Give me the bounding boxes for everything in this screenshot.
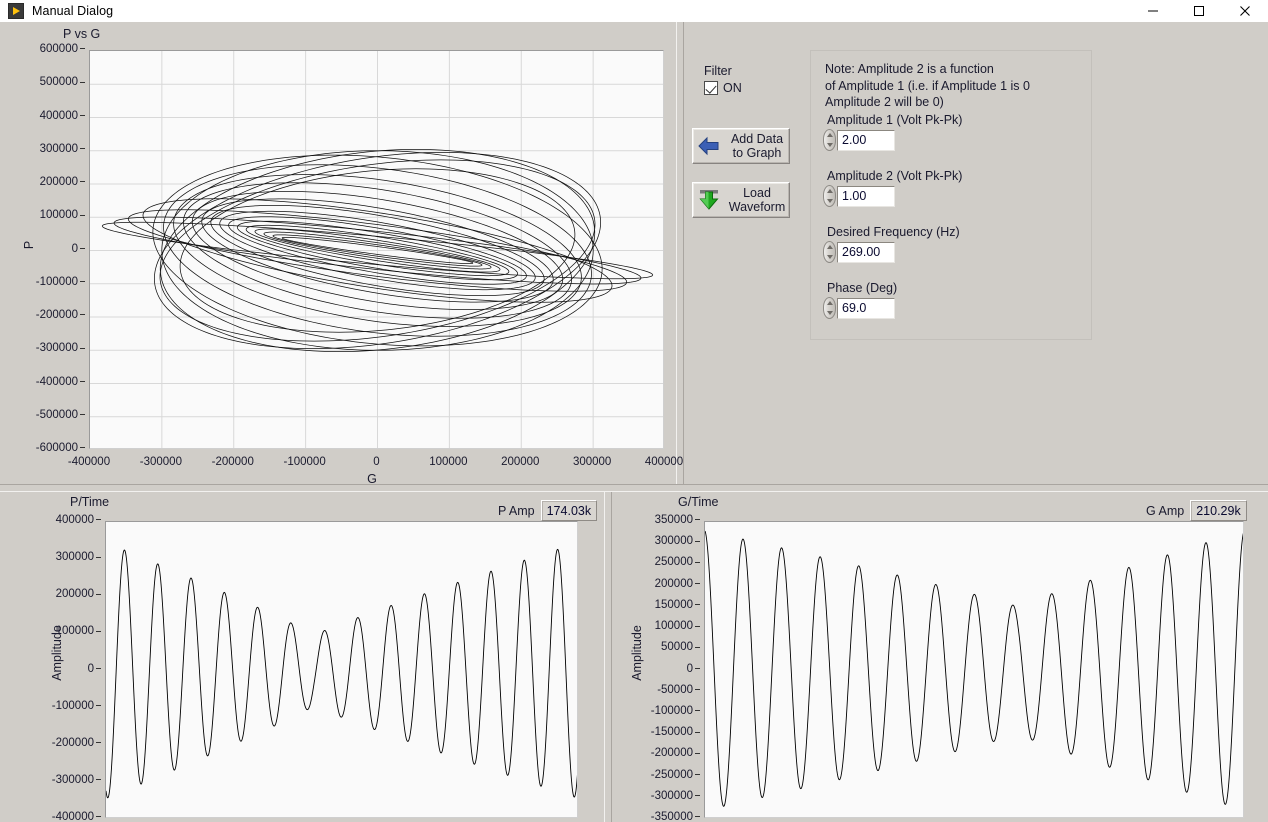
y-tick-label: -50000 — [0, 684, 700, 697]
g-amp-label: G Amp — [1146, 503, 1185, 518]
y-tick-label: 0 — [0, 663, 700, 676]
y-tick-label: -100000 — [0, 276, 85, 289]
x-tick-label: 300000 — [572, 456, 612, 468]
stepper-down-icon[interactable] — [826, 311, 833, 315]
y-tick-label: -300000 — [0, 790, 700, 803]
amplitude-2-input[interactable]: 1.00 — [837, 185, 895, 207]
y-tick-label: 150000 — [0, 599, 700, 612]
filter-state-label: ON — [723, 81, 742, 95]
filter-checkbox[interactable] — [704, 81, 718, 95]
stepper-up-icon[interactable] — [826, 189, 833, 193]
y-tick-label: 100000 — [0, 210, 85, 222]
minimize-button[interactable] — [1130, 0, 1176, 22]
amplitude-2-stepper[interactable] — [823, 185, 836, 207]
labview-run-arrow-icon — [8, 3, 24, 19]
g-amp-readout: G Amp 210.29k — [1146, 500, 1247, 521]
filter-label: Filter — [704, 64, 732, 78]
x-tick-label: -400000 — [67, 456, 111, 468]
horizontal-splitter[interactable] — [0, 484, 1268, 492]
desired-frequency-stepper[interactable] — [823, 241, 836, 263]
y-tick-label: 0 — [0, 243, 85, 256]
green-down-arrow-icon — [699, 190, 719, 210]
y-tick-label: -200000 — [0, 748, 700, 760]
y-tick-label: -150000 — [0, 726, 700, 739]
vertical-splitter[interactable] — [676, 22, 684, 484]
y-tick-label: -100000 — [0, 705, 700, 718]
p-time-graph-title: P/Time — [70, 495, 110, 509]
y-tick-label: 350000 — [0, 514, 700, 527]
g-time-plot-area[interactable] — [704, 521, 1244, 818]
stepper-down-icon[interactable] — [826, 199, 833, 203]
y-tick-label: -500000 — [0, 409, 85, 422]
control-column: Filter ON Add Data to Graph Load Wavefor… — [692, 44, 812, 344]
x-tick-label: 400000 — [644, 456, 684, 468]
y-tick-label: 300000 — [0, 143, 85, 156]
load-waveform-button[interactable]: Load Waveform — [692, 182, 790, 218]
filter-toggle[interactable]: ON — [704, 81, 742, 95]
maximize-button[interactable] — [1176, 0, 1222, 22]
stepper-up-icon[interactable] — [826, 301, 833, 305]
y-tick-label: 600000 — [0, 43, 85, 56]
phase-input[interactable]: 69.0 — [837, 297, 895, 319]
phase-stepper[interactable] — [823, 297, 836, 319]
y-tick-label: 100000 — [0, 620, 700, 633]
add-data-to-graph-button[interactable]: Add Data to Graph — [692, 128, 790, 164]
amplitude-2-field: Amplitude 2 (Volt Pk-Pk) 1.00 — [823, 169, 962, 207]
y-tick-label: 300000 — [0, 535, 700, 548]
stepper-down-icon[interactable] — [826, 143, 833, 147]
y-tick-label: -300000 — [0, 343, 85, 355]
x-tick-label: 100000 — [429, 456, 468, 468]
amplitude-1-field: Amplitude 1 (Volt Pk-Pk) 2.00 — [823, 113, 962, 151]
y-tick-label: -400000 — [0, 376, 85, 389]
y-tick-label: 200000 — [0, 578, 700, 591]
y-tick-label: -250000 — [0, 769, 700, 782]
desired-frequency-field: Desired Frequency (Hz) 269.00 — [823, 225, 960, 263]
parameter-panel: Note: Amplitude 2 is a function of Ampli… — [810, 50, 1092, 340]
amplitude-1-input[interactable]: 2.00 — [837, 129, 895, 151]
filter-group: Filter ON — [704, 64, 742, 95]
phase-field: Phase (Deg) 69.0 — [823, 281, 897, 319]
phase-caption: Phase (Deg) — [827, 281, 898, 295]
p-vs-g-graph-title: P vs G — [63, 27, 101, 41]
y-tick-label: 400000 — [0, 110, 85, 123]
close-button[interactable] — [1222, 0, 1268, 22]
y-tick-label: -350000 — [0, 811, 700, 822]
amplitude-1-stepper[interactable] — [823, 129, 836, 151]
x-tick-label: -100000 — [283, 456, 326, 468]
load-waveform-label: Load Waveform — [728, 185, 786, 214]
p-vs-g-x-axis-label: G — [367, 472, 377, 486]
x-tick-label: 0 — [373, 456, 380, 468]
stepper-up-icon[interactable] — [826, 245, 833, 249]
title-bar: Manual Dialog — [0, 0, 1268, 22]
stepper-up-icon[interactable] — [826, 133, 833, 137]
window-title: Manual Dialog — [32, 4, 114, 18]
desired-frequency-caption: Desired Frequency (Hz) — [827, 225, 960, 239]
g-amp-value: 210.29k — [1190, 500, 1247, 521]
amplitude-2-caption: Amplitude 2 (Volt Pk-Pk) — [827, 169, 963, 183]
g-time-graph-title: G/Time — [678, 495, 719, 509]
blue-left-arrow-icon — [698, 136, 719, 156]
y-tick-label: -600000 — [0, 442, 85, 455]
y-tick-label: -200000 — [0, 309, 85, 322]
manual-dialog-window: Manual Dialog P vs G P G -600000 -500000-… — [0, 0, 1268, 822]
x-tick-label: -200000 — [211, 456, 254, 468]
y-tick-label: 250000 — [0, 557, 700, 569]
x-tick-label: -300000 — [139, 456, 182, 468]
add-data-to-graph-label: Add Data to Graph — [730, 131, 784, 160]
stepper-down-icon[interactable] — [826, 255, 833, 259]
y-tick-label: 200000 — [0, 176, 85, 189]
x-tick-label: 200000 — [501, 456, 540, 468]
amplitude-note: Note: Amplitude 2 is a function of Ampli… — [825, 62, 1030, 109]
desired-frequency-input[interactable]: 269.00 — [837, 241, 895, 263]
amplitude-1-caption: Amplitude 1 (Volt Pk-Pk) — [827, 113, 963, 127]
y-tick-label: 50000 — [0, 642, 700, 654]
y-tick-label: 500000 — [0, 77, 85, 89]
p-vs-g-plot-area[interactable] — [89, 50, 664, 449]
